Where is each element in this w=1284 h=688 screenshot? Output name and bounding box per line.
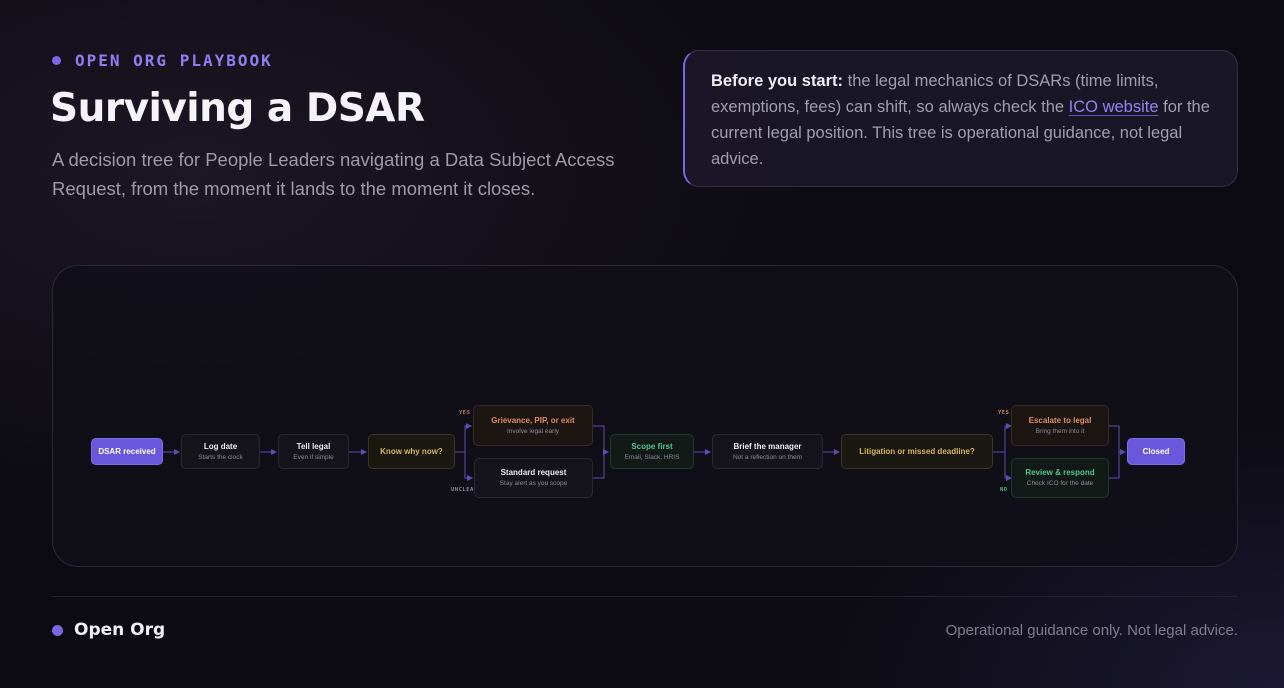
node-title: Standard request bbox=[500, 468, 567, 477]
node-title: Tell legal bbox=[296, 441, 331, 451]
node-tell-legal[interactable]: Tell legal Even if simple bbox=[278, 434, 349, 469]
node-title: Grievance, PIP, or exit bbox=[491, 415, 575, 425]
edge-standard-scope bbox=[593, 452, 605, 479]
node-subtitle: Starts the clock bbox=[198, 453, 243, 461]
node-subtitle: Check ICO for the date bbox=[1026, 480, 1094, 487]
edge-grievance-scope bbox=[593, 425, 609, 455]
node-subtitle: Involve legal early bbox=[506, 427, 560, 435]
node-closed[interactable]: Closed bbox=[1127, 438, 1185, 465]
node-subtitle: Stay alert as you scope bbox=[499, 480, 568, 487]
node-title: Escalate to legal bbox=[1028, 415, 1092, 425]
node-title: Know why now? bbox=[380, 447, 443, 456]
page-title: Surviving a DSAR bbox=[50, 86, 425, 131]
notice-lead: Before you start: bbox=[711, 72, 844, 90]
node-title: DSAR received bbox=[98, 447, 156, 456]
node-subtitle: Even if simple bbox=[293, 453, 334, 461]
footer-divider bbox=[52, 596, 1238, 597]
node-litigation[interactable]: Litigation or missed deadline? bbox=[841, 434, 993, 469]
node-subtitle: Email, Slack, HRIS bbox=[624, 453, 680, 461]
footer-disclaimer: Operational guidance only. Not legal adv… bbox=[945, 622, 1238, 639]
branch-label-litigation-no: NO bbox=[1000, 487, 1008, 493]
node-know-why-now[interactable]: Know why now? bbox=[368, 434, 455, 469]
eyebrow-dot-icon bbox=[52, 56, 61, 65]
edge-review-closed bbox=[1109, 452, 1120, 479]
node-standard-request[interactable]: Standard request Stay alert as you scope bbox=[474, 458, 593, 498]
edge-escalate-closed bbox=[1109, 425, 1126, 455]
branch-label-know-yes: YES bbox=[459, 410, 471, 416]
decision-tree-card: DSAR received Log date Starts the clock … bbox=[52, 265, 1238, 567]
node-log-date[interactable]: Log date Starts the clock bbox=[181, 434, 260, 469]
brand-name: Open Org bbox=[74, 620, 166, 640]
node-subtitle: Not a reflection on them bbox=[732, 453, 802, 461]
node-title: Review & respond bbox=[1025, 468, 1095, 477]
edge-know-grievance bbox=[455, 423, 472, 453]
node-brief-manager[interactable]: Brief the manager Not a reflection on th… bbox=[712, 434, 823, 469]
node-grievance[interactable]: Grievance, PIP, or exit Involve legal ea… bbox=[473, 405, 593, 446]
edge-litigation-escalate bbox=[993, 423, 1012, 453]
eyebrow-label: OPEN ORG PLAYBOOK bbox=[75, 51, 273, 70]
footer-brand: Open Org bbox=[52, 620, 165, 640]
edge-know-standard bbox=[464, 452, 473, 481]
eyebrow: OPEN ORG PLAYBOOK bbox=[52, 51, 273, 70]
page-subtitle: A decision tree for People Leaders navig… bbox=[52, 149, 615, 199]
brand-dot-icon bbox=[52, 624, 63, 636]
node-title: Scope first bbox=[631, 441, 673, 451]
node-dsar-received[interactable]: DSAR received bbox=[91, 438, 163, 465]
node-title: Closed bbox=[1142, 447, 1170, 456]
branch-label-litigation-yes: YES bbox=[998, 410, 1010, 416]
node-review-respond[interactable]: Review & respond Check ICO for the date bbox=[1011, 458, 1109, 498]
node-title: Litigation or missed deadline? bbox=[859, 447, 975, 456]
node-title: Brief the manager bbox=[733, 441, 802, 451]
node-escalate-legal[interactable]: Escalate to legal Bring them into it bbox=[1011, 405, 1109, 446]
node-subtitle: Bring them into it bbox=[1035, 427, 1085, 435]
node-scope-first[interactable]: Scope first Email, Slack, HRIS bbox=[610, 434, 694, 469]
node-title: Log date bbox=[203, 441, 238, 451]
legal-notice-callout: Before you start: the legal mechanics of… bbox=[683, 50, 1238, 187]
ico-website-link[interactable]: ICO website bbox=[1069, 98, 1159, 116]
